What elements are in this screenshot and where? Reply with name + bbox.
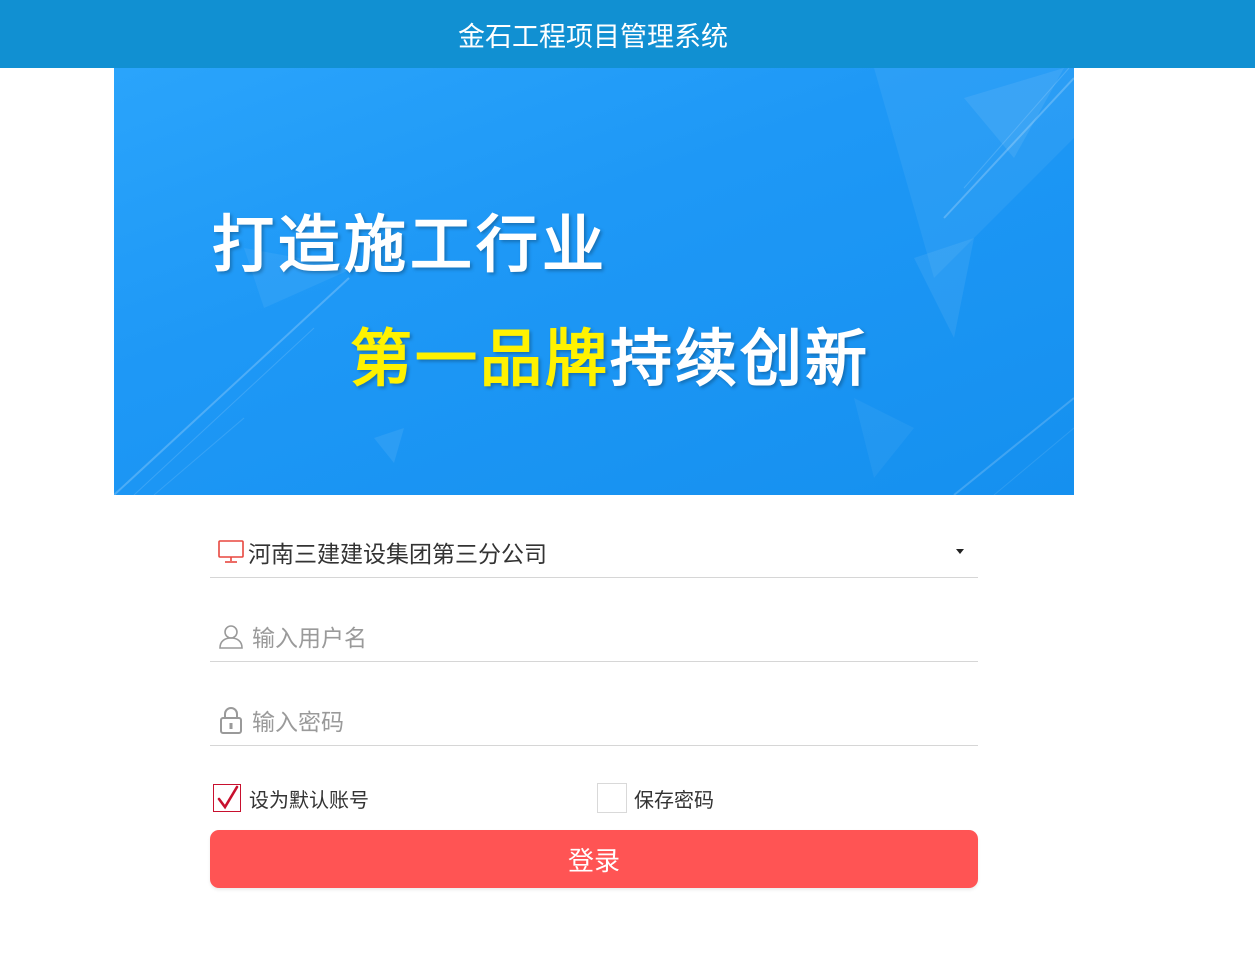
banner-tagline-text: 持续创新 bbox=[610, 322, 871, 395]
username-field[interactable]: 输入用户名 bbox=[210, 611, 978, 662]
company-select-value: 河南三建建设集团第三分公司 bbox=[248, 542, 547, 568]
banner-headline: 打造施工行业 bbox=[212, 208, 609, 281]
login-button[interactable]: 登录 bbox=[210, 830, 978, 888]
header-bar: 金石工程项目管理系统 bbox=[0, 0, 1255, 68]
promo-banner: 打造施工行业 第一品牌持续创新 bbox=[114, 68, 1074, 495]
lock-icon bbox=[214, 705, 248, 735]
password-field[interactable]: 输入密码 bbox=[210, 695, 978, 746]
default-account-label: 设为默认账号 bbox=[249, 787, 369, 812]
save-password-checkbox[interactable] bbox=[597, 783, 627, 813]
app-title: 金石工程项目管理系统 bbox=[458, 21, 728, 53]
username-input[interactable]: 输入用户名 bbox=[252, 619, 367, 653]
save-password-option[interactable]: 保存密码 bbox=[597, 782, 714, 814]
password-input[interactable]: 输入密码 bbox=[252, 703, 344, 737]
save-password-label: 保存密码 bbox=[634, 787, 714, 812]
monitor-icon bbox=[214, 537, 248, 567]
checkmark-icon bbox=[217, 785, 239, 810]
default-account-checkbox[interactable] bbox=[213, 784, 241, 812]
banner-highlight-text: 第一品牌 bbox=[350, 322, 611, 395]
user-icon bbox=[214, 621, 248, 651]
chevron-down-icon[interactable] bbox=[956, 549, 964, 554]
company-select[interactable]: 河南三建建设集团第三分公司 bbox=[210, 527, 978, 578]
banner-subheadline: 第一品牌持续创新 bbox=[350, 308, 870, 398]
default-account-option[interactable]: 设为默认账号 bbox=[213, 782, 369, 814]
